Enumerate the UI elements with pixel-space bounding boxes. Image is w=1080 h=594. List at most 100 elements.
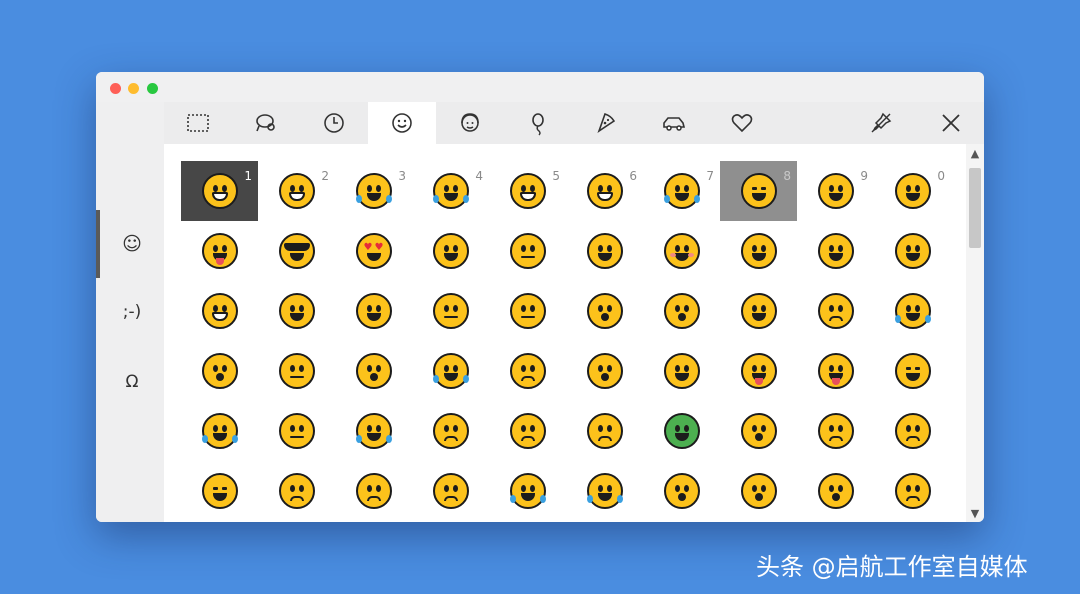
emoji-cell[interactable] [258,341,335,401]
emoji-cell[interactable] [643,461,720,521]
emoji-face-icon [817,353,854,389]
emoji-cell[interactable] [181,281,258,341]
emoji-cell[interactable] [181,461,258,521]
emoji-face-icon [432,233,469,269]
scroll-down-arrow-icon[interactable]: ▼ [966,504,984,522]
emoji-cell[interactable] [566,281,643,341]
emoji-face-icon [740,413,777,449]
emoji-cell[interactable] [489,341,566,401]
emoji-face-icon [278,353,315,389]
emoji-face-icon: ☺ [122,233,142,255]
emoji-hint-number: 8 [783,169,791,183]
emoji-cell[interactable] [335,341,412,401]
emoji-cell[interactable]: 4 [412,161,489,221]
emoji-cell[interactable] [489,461,566,521]
emoji-cell[interactable] [566,401,643,461]
emoji-cell[interactable] [258,281,335,341]
emoji-cell[interactable] [797,461,874,521]
emoji-cell[interactable] [797,401,874,461]
emoji-cell[interactable]: 9 [797,161,874,221]
emoji-hint-number: 9 [860,169,868,183]
emoji-cell[interactable] [874,221,951,281]
emoji-cell[interactable] [720,401,797,461]
emoji-cell[interactable]: 6 [566,161,643,221]
emoji-face-icon [432,293,469,329]
sidebar-item-kaomoji[interactable]: ;-) [100,292,164,332]
emoji-cell[interactable] [797,341,874,401]
emoji-cell[interactable] [258,461,335,521]
emoji-cell[interactable] [412,401,489,461]
emoji-cell[interactable] [643,281,720,341]
emoji-cell[interactable] [412,461,489,521]
recent-icon [187,114,209,132]
emoji-cell[interactable] [335,401,412,461]
emoji-cell[interactable] [720,221,797,281]
emoji-cell[interactable] [566,341,643,401]
emoji-cell[interactable] [643,221,720,281]
tab-travel[interactable] [640,102,708,144]
emoji-face-icon [509,353,546,389]
emoji-cell[interactable] [874,461,951,521]
emoji-cell[interactable] [874,341,951,401]
emoji-cell[interactable]: 7 [643,161,720,221]
emoji-cell[interactable] [874,281,951,341]
tab-celebration[interactable] [504,102,572,144]
emoji-cell[interactable] [643,401,720,461]
scroll-thumb[interactable] [969,168,981,248]
emoji-cell[interactable] [489,221,566,281]
vertical-scrollbar[interactable]: ▲ ▼ [966,144,984,522]
emoji-cell[interactable] [258,401,335,461]
emoji-face-icon [355,413,392,449]
emoji-cell[interactable]: 8 [720,161,797,221]
emoji-cell[interactable] [258,221,335,281]
maximize-window-button[interactable] [147,83,158,94]
emoji-cell[interactable] [874,401,951,461]
emoji-cell[interactable] [720,341,797,401]
emoji-cell[interactable] [335,281,412,341]
emoji-cell[interactable] [720,281,797,341]
sidebar-item-symbols[interactable]: Ω [100,362,164,402]
tab-recent[interactable] [164,102,232,144]
emoji-face-icon [586,473,623,509]
emoji-cell[interactable]: 3 [335,161,412,221]
emoji-face-icon [201,473,238,509]
close-window-button[interactable] [110,83,121,94]
emoji-face-icon [432,353,469,389]
tab-food[interactable] [572,102,640,144]
tab-clock[interactable] [300,102,368,144]
people-icon [256,114,275,132]
emoji-face-icon [201,233,238,269]
emoji-face-icon [355,293,392,329]
tab-people[interactable] [232,102,300,144]
emoji-cell[interactable] [566,221,643,281]
emoji-cell[interactable] [412,341,489,401]
emoji-cell[interactable] [489,281,566,341]
emoji-cell[interactable]: ♥ ♥ [335,221,412,281]
emoji-cell[interactable] [797,221,874,281]
emoji-cell[interactable] [412,281,489,341]
emoji-cell[interactable] [643,341,720,401]
emoji-cell[interactable]: 1 [181,161,258,221]
emoji-grid-panel: 1 2 3 4 5 6 7 8 9 0 ♥ ♥ [164,144,966,522]
pin-button[interactable] [856,102,906,144]
tab-symbols-heart[interactable] [708,102,776,144]
emoji-cell[interactable] [335,461,412,521]
emoji-face-icon [355,173,392,209]
close-button[interactable] [926,102,976,144]
emoji-cell[interactable]: 5 [489,161,566,221]
emoji-cell[interactable]: 2 [258,161,335,221]
emoji-cell[interactable] [181,341,258,401]
emoji-cell[interactable] [720,461,797,521]
emoji-cell[interactable] [566,461,643,521]
emoji-cell[interactable]: 0 [874,161,951,221]
scroll-up-arrow-icon[interactable]: ▲ [966,144,984,162]
emoji-cell[interactable] [181,401,258,461]
emoji-cell[interactable] [797,281,874,341]
tab-person[interactable] [436,102,504,144]
emoji-cell[interactable] [412,221,489,281]
emoji-cell[interactable] [489,401,566,461]
emoji-cell[interactable] [181,221,258,281]
minimize-window-button[interactable] [128,83,139,94]
sidebar-item-emoji[interactable]: ☺ [100,224,164,264]
tab-smileys[interactable] [368,102,436,144]
